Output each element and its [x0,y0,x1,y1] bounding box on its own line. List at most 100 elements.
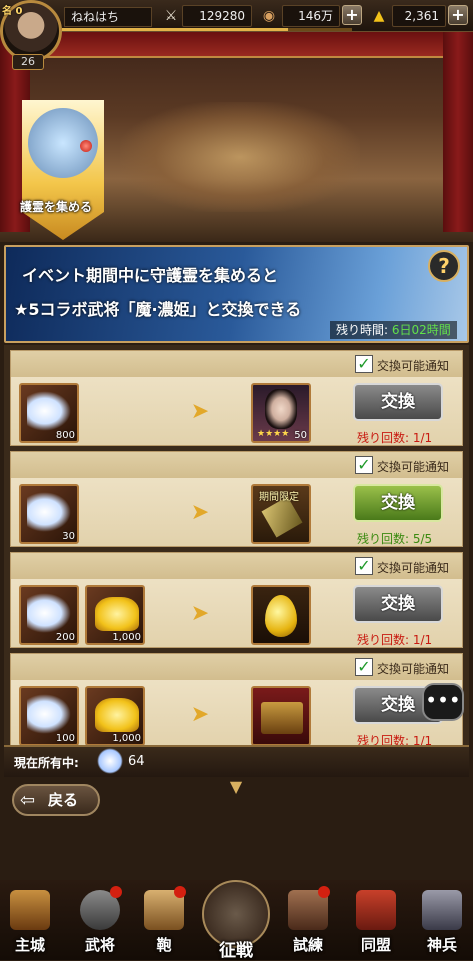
gold-value: 2,361 [392,5,446,27]
crossed-swords-icon: ⚔ [164,8,178,24]
coin-icon: ◉ [262,8,276,24]
coins-value: 146万 [282,5,340,27]
curtain-right [443,32,473,232]
item-count: 800 [55,430,75,441]
notify-checkbox[interactable]: ✓ [355,355,373,373]
item-count: 200 [55,632,75,643]
nav-label: 主城 [14,936,45,954]
chevron-down-icon[interactable]: ▼ [224,778,248,796]
nav-label: 同盟 [360,936,391,954]
notify-checkbox[interactable]: ✓ [355,658,373,676]
reward-treasure-box[interactable] [251,686,311,745]
treasure-box-icon [261,702,303,734]
gold-ingot-icon [95,597,139,631]
golden-egg-icon [265,595,297,637]
alliance-icon [356,890,396,930]
cost-item-guardian-spirit[interactable]: 30 [19,484,79,544]
guardian-spirit-icon [27,492,71,532]
notification-dot [110,886,122,898]
exchange-row: ✓ 交換可能通知 200 1,000 ➤ 交換 残り回数: 1/1 [10,552,463,648]
arrow-right-icon: ➤ [190,702,210,727]
player-name[interactable]: ねねはち [64,7,152,27]
notify-checkbox[interactable]: ✓ [355,456,373,474]
event-line-1: イベント期間中に守護霊を集めると [22,266,279,285]
item-count: 1,000 [112,632,141,643]
reward-golden-egg[interactable] [251,585,311,645]
item-count: 1,000 [112,733,141,744]
nav-divine-weapon[interactable]: 神兵 [414,890,470,956]
divine-weapon-icon [422,890,462,930]
limited-tag: 期間限定 [259,492,299,503]
arrow-right-icon: ➤ [190,500,210,525]
cost-item-guardian-spirit[interactable]: 800 [19,383,79,443]
notification-dot [80,140,92,152]
exchange-row: ✓ 交換可能通知 100 1,000 ➤ 交換 残り回数: 1/1 [10,653,463,745]
owned-label: 現在所有中: [14,756,79,770]
reward-general-portrait[interactable]: ★★★★ 50 [251,383,311,443]
nav-label: 鞄 [156,936,172,954]
notification-dot [318,886,330,898]
chat-bubble-button[interactable]: ••• [422,683,464,721]
notify-checkbox[interactable]: ✓ [355,557,373,575]
remaining-count: 残り回数: 1/1 [357,734,433,745]
nav-campaign[interactable]: 征戦 [198,876,274,961]
reward-limited-scroll[interactable]: 期間限定 [251,484,311,544]
banner-label: 護霊を集める [20,200,93,214]
nav-general[interactable]: 武将 [72,886,128,956]
owned-value: 64 [128,754,145,769]
add-coins-button[interactable]: + [342,5,362,25]
exchange-row: ✓ 交換可能通知 30 ➤ 期間限定 交換 残り回数: 5/5 [10,451,463,547]
cost-item-gold-ingot[interactable]: 1,000 [85,686,145,745]
cost-item-gold-ingot[interactable]: 1,000 [85,585,145,645]
guardian-spirit-icon [27,391,71,431]
nav-castle[interactable]: 主城 [2,890,58,956]
reward-stars: ★★★★ [257,429,290,439]
guardian-spirit-icon [27,694,71,734]
exchange-row: ✓ 交換可能通知 800 ➤ ★★★★ 50 交換 残り回数: 1/1 [10,350,463,446]
general-face-icon [265,389,297,429]
nav-alliance[interactable]: 同盟 [348,890,404,956]
help-button[interactable]: ? [428,250,460,282]
guardian-spirit-icon [97,748,123,774]
stage-glow [120,102,360,212]
remaining-count: 残り回数: 5/5 [357,532,433,546]
nav-bag[interactable]: 鞄 [136,886,192,956]
item-count: 100 [55,733,75,744]
event-remaining-time: 残り時間: 6日02時間 [330,321,457,339]
exchange-button[interactable]: 交換 [353,585,443,623]
exchange-button[interactable]: 交換 [353,484,443,522]
remaining-count: 残り回数: 1/1 [357,633,433,647]
item-count: 30 [62,531,75,542]
add-gold-button[interactable]: + [448,5,468,25]
nav-label: 武将 [84,936,115,954]
exchange-list[interactable]: ✓ 交換可能通知 800 ➤ ★★★★ 50 交換 残り回数: 1/1 ✓ 交換可… [4,345,469,745]
cost-item-guardian-spirit[interactable]: 200 [19,585,79,645]
notify-label: 交換可能通知 [377,662,450,676]
notify-label: 交換可能通知 [377,359,450,373]
player-rank: 名 0 [2,6,23,17]
nav-label: 征戦 [219,941,253,961]
exp-bar-fill [62,28,289,31]
nav-label: 試練 [292,936,323,954]
guardian-spirit-icon [27,593,71,633]
curtain-valance [0,32,473,58]
arrow-left-icon: ⇦ [20,790,36,811]
exp-bar [62,28,352,31]
power-value: 129280 [182,5,252,27]
arrow-right-icon: ➤ [190,601,210,626]
arrow-right-icon: ➤ [190,399,210,424]
remaining-count: 残り回数: 1/1 [357,431,433,445]
cost-item-guardian-spirit[interactable]: 100 [19,686,79,745]
notify-label: 交換可能通知 [377,460,450,474]
exchange-button[interactable]: 交換 [353,383,443,421]
notify-label: 交換可能通知 [377,561,450,575]
player-level: 26 [12,54,44,70]
nav-trial[interactable]: 試練 [280,886,336,956]
gold-ingot-icon: ▲ [373,8,385,24]
event-line-2: ★5コラボ武将「魔·濃姫」と交換できる [14,300,302,319]
gold-ingot-icon [95,698,139,732]
nav-label: 神兵 [426,936,457,954]
reward-count: 50 [294,430,307,441]
notification-dot [174,886,186,898]
time-value: 6日02時間 [391,323,451,337]
